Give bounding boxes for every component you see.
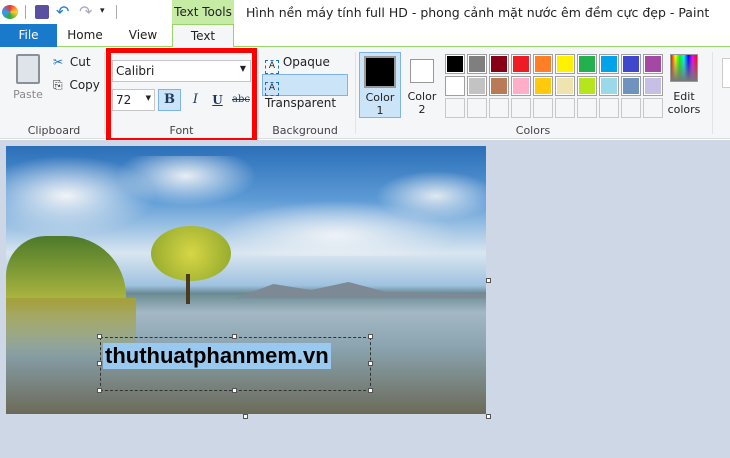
chevron-down-icon: ▼ [239, 64, 246, 73]
text-box[interactable]: thuthuatphanmem.vn [100, 337, 371, 391]
color2-button[interactable]: Color 2 [403, 52, 441, 118]
palette-swatch[interactable] [511, 54, 531, 74]
text-box-handle[interactable] [368, 388, 373, 393]
title-bar: ↶ ↷ ▾ Text Tools Hình nền máy tính full … [0, 0, 730, 24]
transparent-icon: A [265, 82, 279, 96]
palette-swatch[interactable] [511, 98, 531, 118]
palette-swatch[interactable] [445, 98, 465, 118]
palette-swatch[interactable] [599, 76, 619, 96]
palette-swatch[interactable] [533, 76, 553, 96]
opaque-icon: A [265, 60, 279, 74]
palette-swatch[interactable] [489, 98, 509, 118]
cut-button[interactable]: ✂ Cut [53, 55, 91, 69]
paint3d-button-partial[interactable] [722, 58, 730, 88]
palette-swatch[interactable] [511, 76, 531, 96]
paint-app-icon[interactable] [2, 5, 18, 19]
font-family-select[interactable]: Calibri ▼ [112, 60, 251, 82]
opaque-button[interactable]: A Opaque [262, 54, 333, 74]
palette-swatch[interactable] [599, 54, 619, 74]
color1-button[interactable]: Color 1 [359, 52, 401, 118]
edit-colors-button[interactable]: Edit colors [665, 54, 703, 116]
canvas-resize-handle-bottom[interactable] [243, 414, 248, 419]
tab-view[interactable]: View [115, 24, 171, 47]
tab-file[interactable]: File [0, 24, 57, 47]
contextual-tab-group: Text Tools [172, 0, 234, 24]
bold-button[interactable]: B [158, 89, 181, 111]
palette-swatch[interactable] [489, 76, 509, 96]
chevron-down-icon: ▼ [145, 94, 151, 102]
color2-swatch [410, 59, 434, 83]
palette-swatch[interactable] [621, 98, 641, 118]
palette-swatch[interactable] [621, 76, 641, 96]
copy-button[interactable]: ⎘ Copy [53, 78, 100, 93]
color-spectrum-icon [670, 54, 698, 82]
save-icon[interactable] [35, 5, 49, 19]
text-box-handle[interactable] [97, 334, 102, 339]
canvas-resize-handle-corner[interactable] [486, 414, 491, 419]
palette-swatch[interactable] [533, 98, 553, 118]
palette-swatch[interactable] [467, 54, 487, 74]
palette-swatch[interactable] [533, 54, 553, 74]
text-box-handle[interactable] [232, 388, 237, 393]
window-title: Hình nền máy tính full HD - phong cảnh m… [246, 5, 710, 20]
mountains [236, 282, 486, 298]
text-box-handle[interactable] [232, 334, 237, 339]
palette-swatch[interactable] [643, 98, 663, 118]
paste-button[interactable]: Paste [10, 54, 46, 106]
palette-swatch[interactable] [467, 76, 487, 96]
strikethrough-button[interactable]: abc [229, 89, 253, 111]
palette-swatch[interactable] [445, 54, 465, 74]
palette-swatch[interactable] [621, 54, 641, 74]
clipboard-icon [16, 54, 40, 84]
color1-swatch [364, 56, 396, 88]
palette-swatch[interactable] [643, 54, 663, 74]
palette-swatch[interactable] [555, 76, 575, 96]
font-size-select[interactable]: 72 ▼ [112, 89, 155, 111]
customize-qat-icon[interactable]: ▾ [100, 6, 105, 16]
palette-swatch[interactable] [643, 76, 663, 96]
tab-text[interactable]: Text [172, 24, 234, 48]
palette-swatch[interactable] [489, 54, 509, 74]
palette-swatch[interactable] [577, 54, 597, 74]
tab-home[interactable]: Home [57, 24, 113, 47]
redo-icon[interactable]: ↷ [79, 2, 92, 21]
text-box-handle[interactable] [368, 334, 373, 339]
canvas-resize-handle-right[interactable] [486, 278, 491, 283]
palette-swatch[interactable] [445, 76, 465, 96]
copy-icon: ⎘ [53, 78, 63, 92]
text-box-handle[interactable] [97, 388, 102, 393]
palette-swatch[interactable] [555, 98, 575, 118]
undo-icon[interactable]: ↶ [56, 2, 69, 21]
palette-swatch[interactable] [467, 98, 487, 118]
palette-swatch[interactable] [577, 98, 597, 118]
palette-swatch[interactable] [555, 54, 575, 74]
tree [151, 226, 231, 281]
palette-swatch[interactable] [599, 98, 619, 118]
underline-button[interactable]: U [206, 89, 229, 111]
scissors-icon: ✂ [53, 55, 64, 69]
italic-button[interactable]: I [184, 89, 207, 111]
text-box-handle[interactable] [368, 361, 373, 366]
text-box-handle[interactable] [97, 361, 102, 366]
text-box-content[interactable]: thuthuatphanmem.vn [103, 343, 331, 369]
transparent-button[interactable]: A Transparent [262, 74, 348, 110]
palette-swatch[interactable] [577, 76, 597, 96]
